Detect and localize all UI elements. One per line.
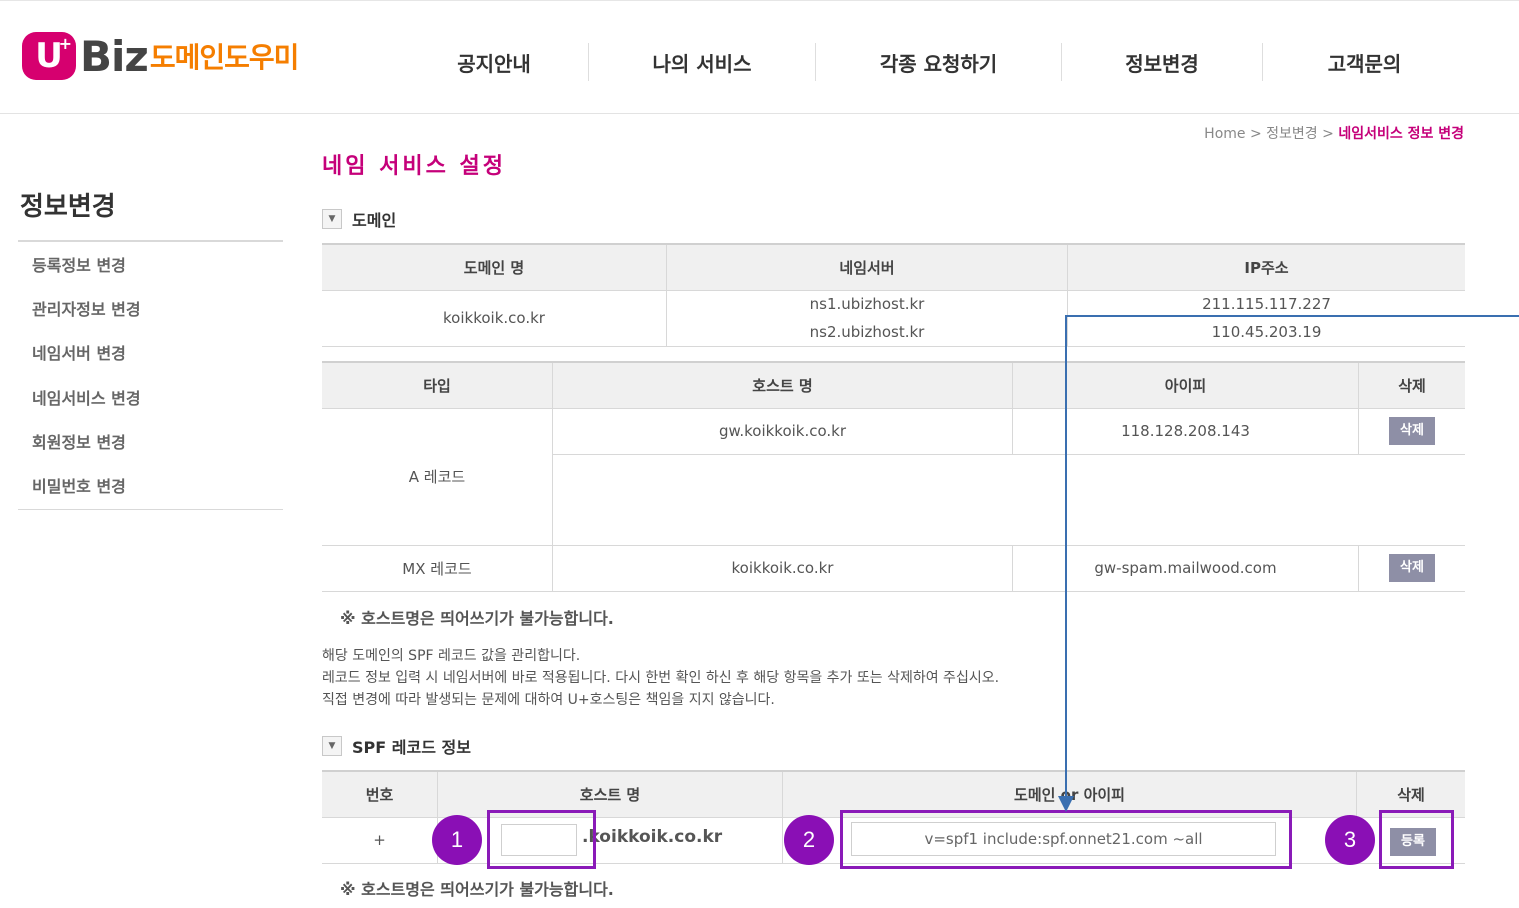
annotation-arrow bbox=[1058, 315, 1519, 812]
arrow-line bbox=[1065, 315, 1519, 800]
arrow-head-icon bbox=[1058, 796, 1074, 812]
